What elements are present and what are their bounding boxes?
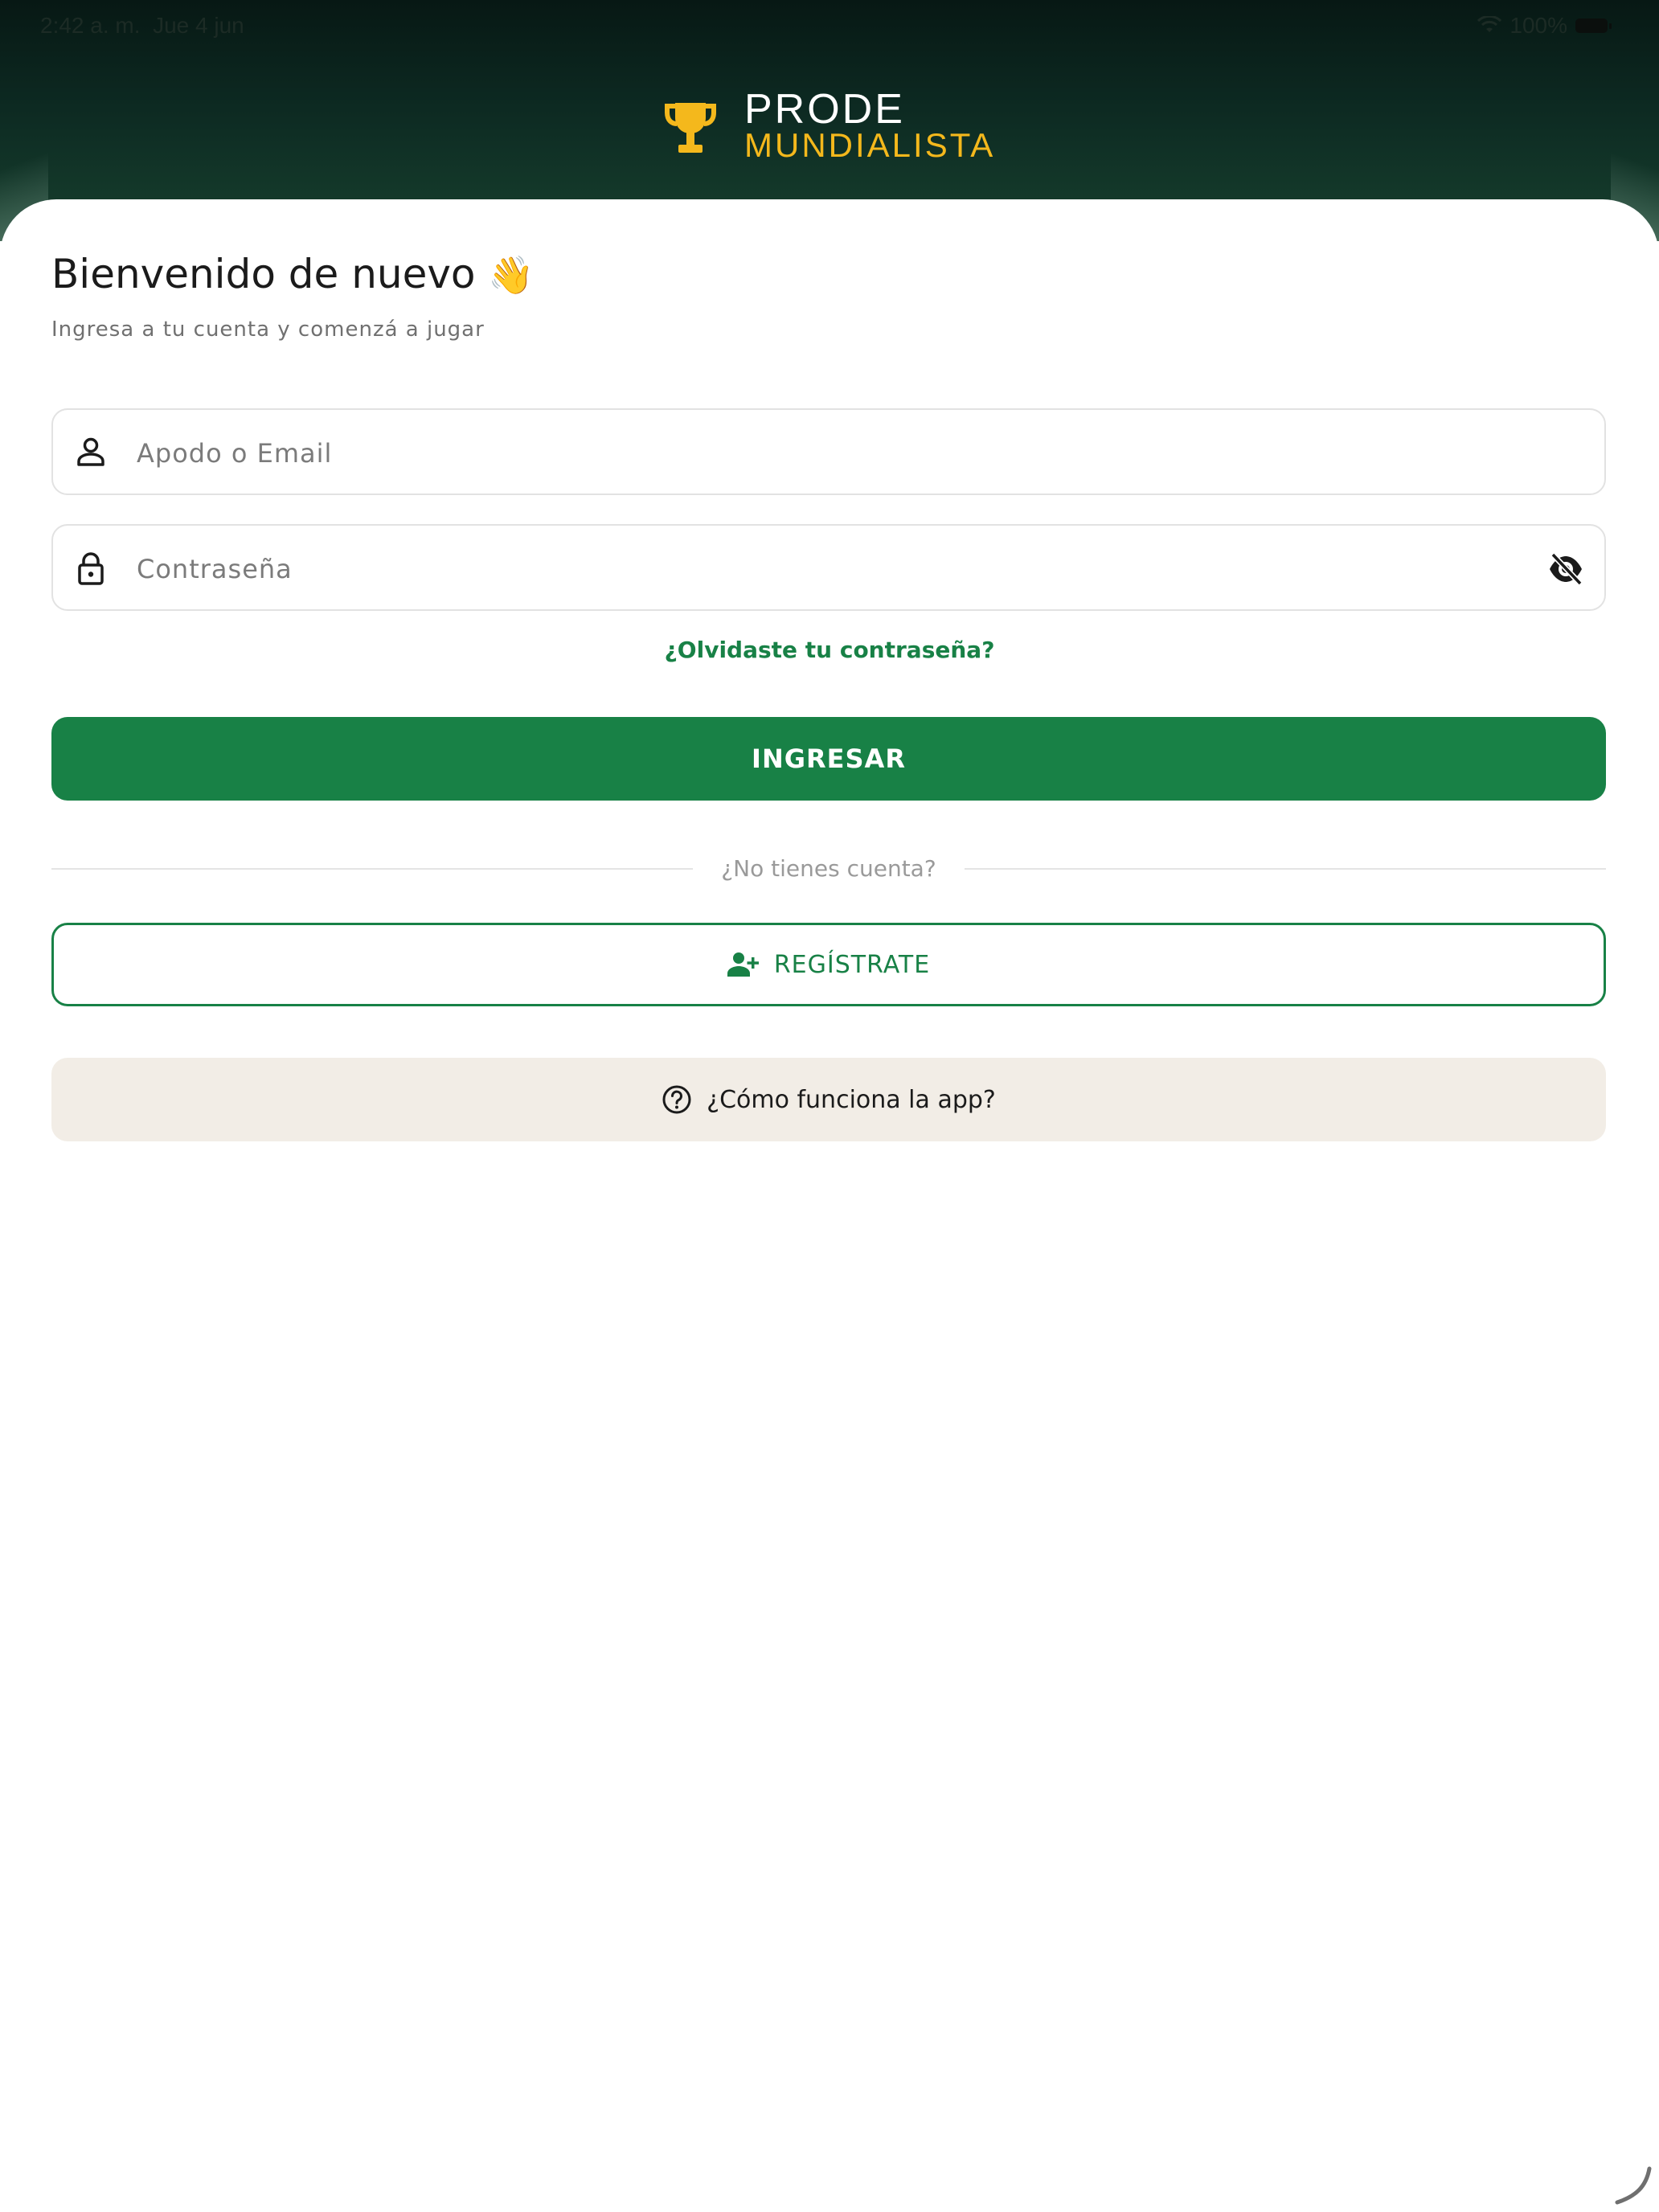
status-time: 2:42 a. m. <box>40 13 141 38</box>
login-sheet <box>0 199 1659 2212</box>
how-it-works-label: ¿Cómo funciona la app? <box>707 1085 996 1114</box>
how-it-works-button[interactable]: ¿Cómo funciona la app? <box>51 1058 1606 1141</box>
username-field[interactable] <box>51 408 1606 495</box>
question-circle-icon <box>662 1085 691 1114</box>
page-subtitle: Ingresa a tu cuenta y comenzá a jugar <box>51 317 485 342</box>
title-text: Bienvenido de nuevo <box>51 251 476 297</box>
password-input[interactable] <box>135 545 1505 593</box>
wifi-icon <box>1477 16 1502 32</box>
wave-emoji: 👋 <box>488 253 535 297</box>
battery-icon <box>1575 18 1612 33</box>
status-bar: 2:42 a. m. Jue 4 jun 100% <box>0 13 1659 45</box>
person-icon <box>77 437 104 466</box>
status-right: 100% <box>1477 13 1612 39</box>
password-field[interactable] <box>51 524 1606 611</box>
person-add-icon <box>727 952 759 977</box>
logo-subtitle: MUNDIALISTA <box>744 126 996 164</box>
page-title: Bienvenido de nuevo 👋 <box>51 251 535 297</box>
login-button[interactable]: INGRESAR <box>51 717 1606 801</box>
trophy-icon <box>665 103 716 153</box>
eye-off-icon[interactable] <box>1548 553 1583 585</box>
signup-divider: ¿No tienes cuenta? <box>51 855 1606 883</box>
register-button[interactable]: REGÍSTRATE <box>51 923 1606 1006</box>
logo-title: PRODE <box>744 86 905 133</box>
username-input[interactable] <box>135 429 1505 477</box>
login-button-label: INGRESAR <box>752 743 906 774</box>
register-button-label: REGÍSTRATE <box>773 950 931 979</box>
forgot-password-link[interactable]: ¿Olvidaste tu contraseña? <box>0 637 1659 663</box>
battery-percent: 100% <box>1509 13 1567 38</box>
lock-icon <box>78 552 104 585</box>
status-time-date: 2:42 a. m. Jue 4 jun <box>40 13 244 39</box>
status-date: Jue 4 jun <box>153 13 244 38</box>
resize-corner-indicator <box>1615 2166 1652 2205</box>
divider-line-right <box>965 868 1606 870</box>
